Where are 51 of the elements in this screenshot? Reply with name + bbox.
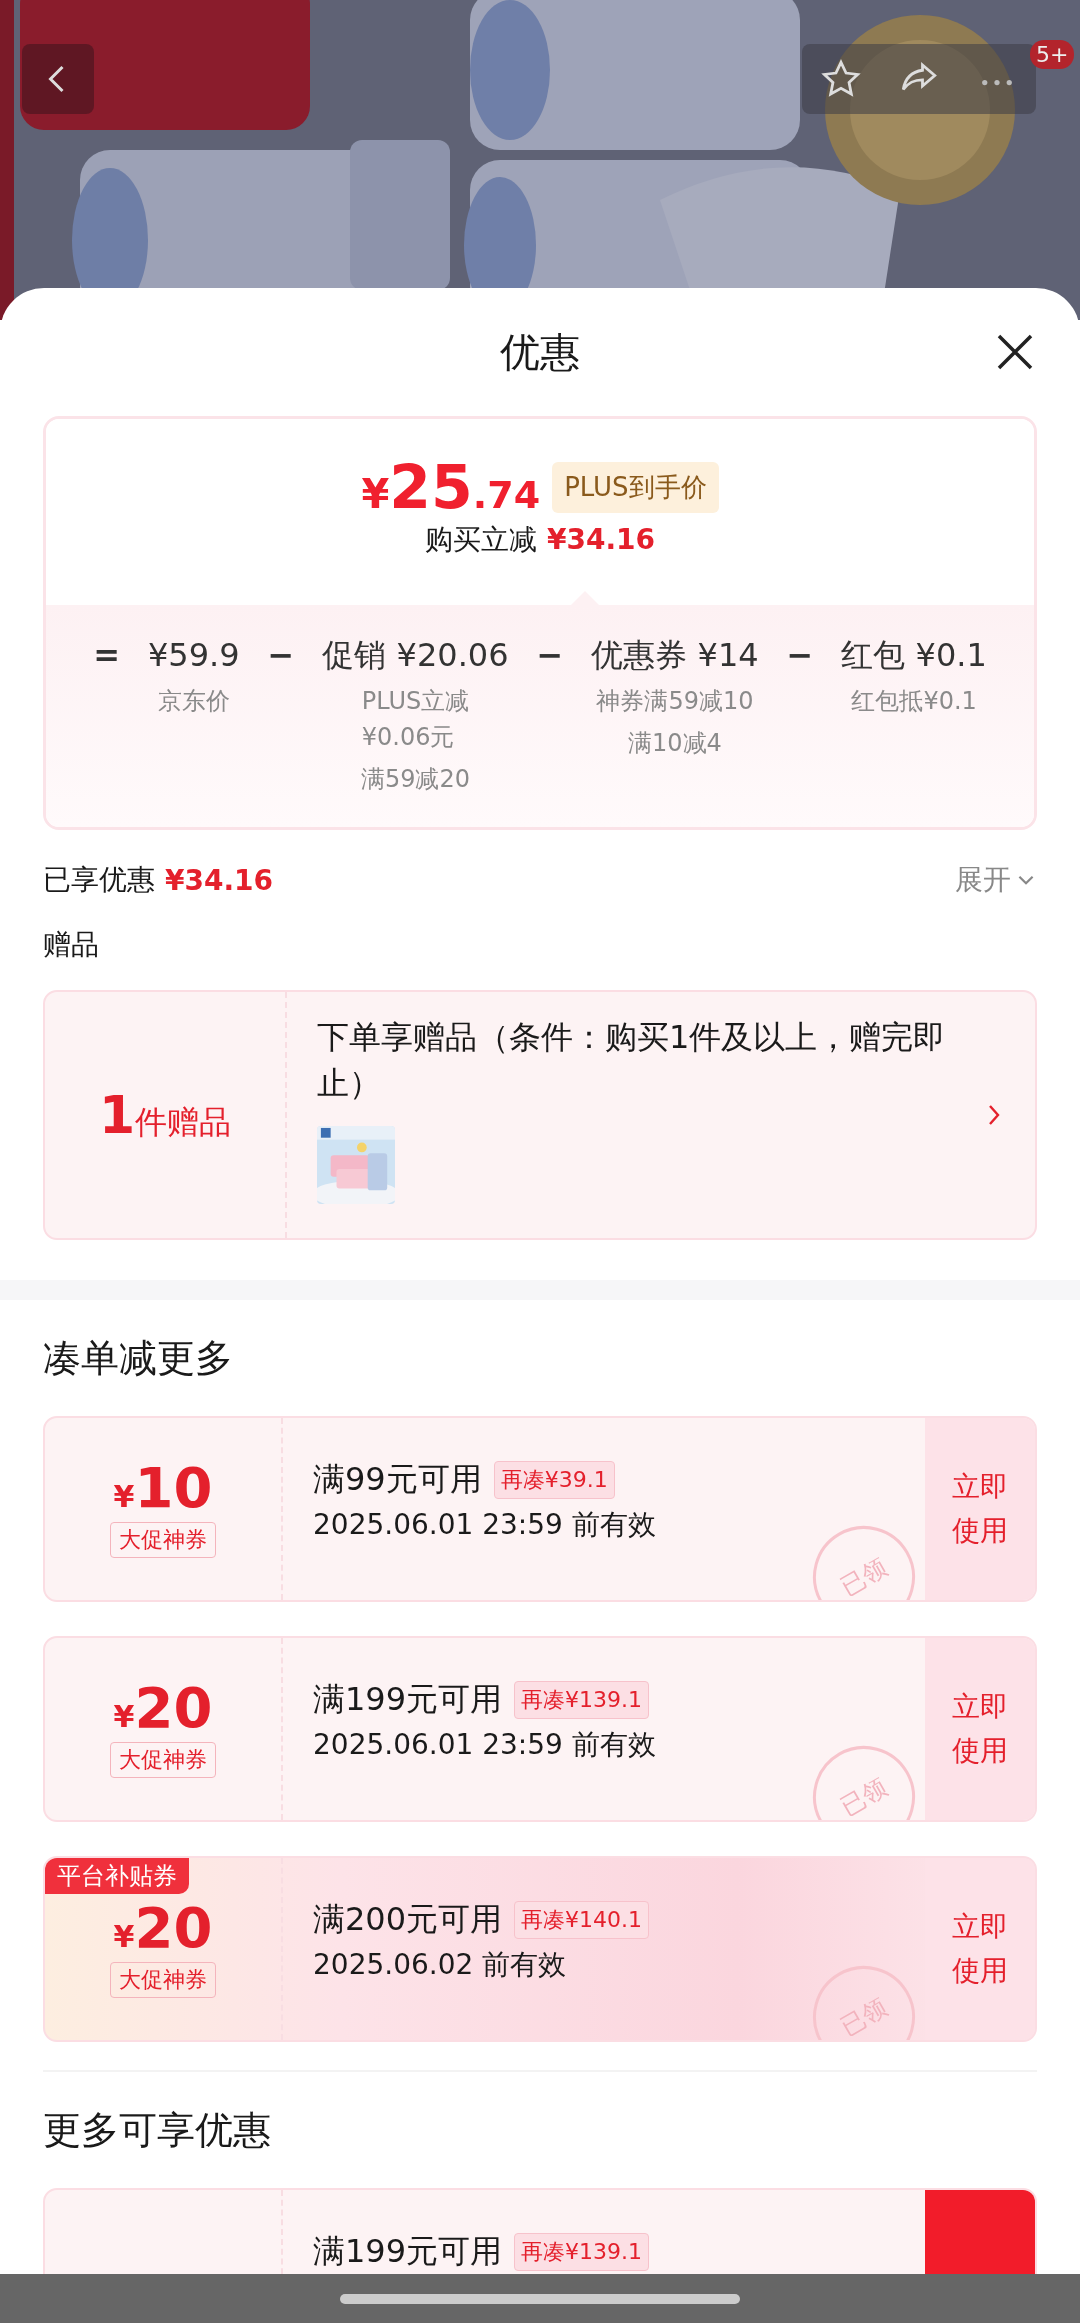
breakdown-note: 满10减4 (628, 728, 722, 759)
operator-sign: = (93, 635, 120, 676)
section-title: 凑单减更多 (43, 1335, 234, 1382)
saving-label: 购买立减 (424, 522, 537, 558)
coupon-condition: 满200元可用 (313, 1899, 503, 1940)
enjoyed-value: ¥34.16 (165, 863, 274, 897)
use-button[interactable]: 立即使用 (925, 1418, 1035, 1600)
chevron-right-icon (987, 1103, 1001, 1127)
coupon-label: 大促神券 (110, 1742, 216, 1778)
price-tag: PLUS到手价 (552, 461, 719, 513)
gap-amount: 再凑¥139.1 (514, 2233, 650, 2271)
section-title: 更多可享优惠 (43, 2107, 272, 2154)
operator-sign: − (536, 635, 564, 676)
home-indicator[interactable] (340, 2293, 740, 2304)
coupon-condition: 满99元可用 (313, 1459, 482, 1500)
coupon-label: 大促神券 (110, 1522, 216, 1558)
coupon-amount: ¥20 (113, 1680, 213, 1736)
operator-sign: − (786, 635, 814, 676)
saving-value: ¥34.16 (546, 523, 656, 556)
coupon-amount: ¥20 (113, 1900, 213, 1956)
gap-amount: 再凑¥139.1 (514, 1681, 650, 1719)
breakdown-value: ¥59.9 (147, 635, 240, 676)
breakdown-value: 优惠券 ¥14 (591, 635, 759, 676)
breakdown-note: PLUS立减 ¥0.06元 (361, 686, 470, 753)
gap-amount: 再凑¥140.1 (514, 1901, 650, 1939)
coupon-tag: 平台补贴券 (45, 1858, 189, 1894)
coupon-condition: 满199元可用 (313, 1679, 503, 1720)
coupon-label: 大促神券 (110, 1962, 216, 1998)
coupon-validity: 2025.06.01 23:59 前有效 (313, 1727, 657, 1763)
section-label: 赠品 (43, 927, 100, 963)
gift-count: 1件赠品 (98, 1085, 232, 1145)
coupon-validity: 2025.06.02 前有效 (313, 1947, 568, 1983)
gap-amount: 再凑¥39.1 (493, 1461, 615, 1499)
breakdown-note: 红包抵¥0.1 (851, 686, 977, 717)
coupon-condition: 满199元可用 (313, 2231, 503, 2272)
breakdown-value: 促销 ¥20.06 (322, 635, 509, 676)
coupon-validity: 2025.06.01 23:59 前有效 (313, 1507, 657, 1543)
gift-card[interactable]: 1件赠品 下单享赠品（条件：购买1件及以上，赠完即止） (43, 990, 1037, 1240)
breakdown-note: 神券满59减10 (596, 686, 754, 717)
sheet-title: 优惠 (500, 327, 580, 377)
gift-description: 下单享赠品（条件：购买1件及以上，赠完即止） (317, 1017, 947, 1104)
close-icon[interactable] (995, 332, 1035, 372)
breakdown-value: 红包 ¥0.1 (841, 635, 987, 676)
enjoyed-label: 已享优惠 (43, 862, 155, 898)
final-price: ¥25.74 (361, 457, 541, 517)
breakdown-note: 京东价 (157, 686, 230, 717)
use-button[interactable]: 立即使用 (925, 1638, 1035, 1820)
coupon-amount: ¥10 (113, 1460, 213, 1516)
operator-sign: − (267, 635, 295, 676)
expand-toggle[interactable]: 展开 (955, 861, 1037, 899)
breakdown-note: 满59减20 (360, 764, 470, 795)
